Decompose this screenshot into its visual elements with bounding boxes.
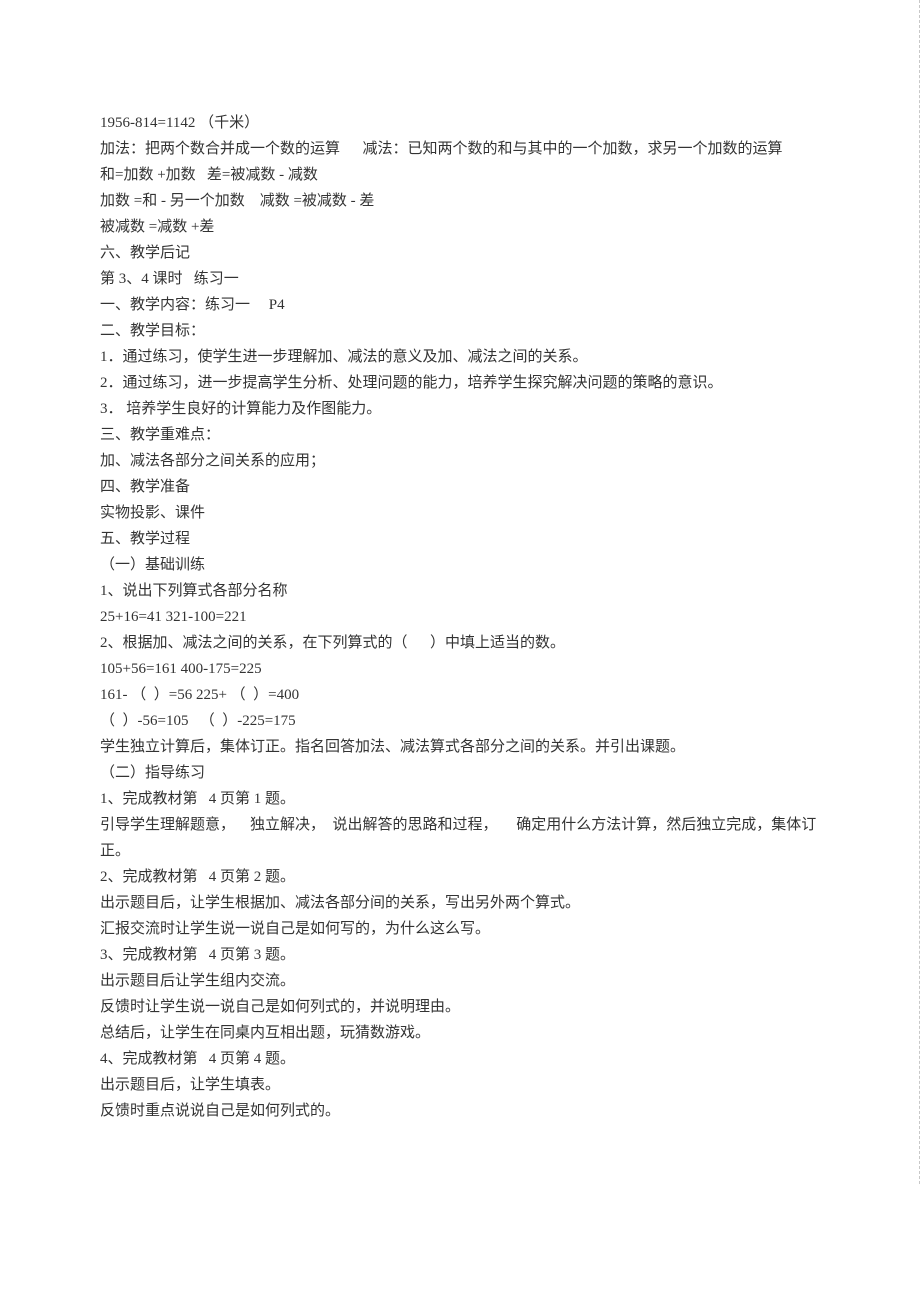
text-line: 1、完成教材第 4 页第 1 题。 <box>100 786 819 812</box>
text-line: 实物投影、课件 <box>100 500 819 526</box>
text-line: 被减数 =减数 +差 <box>100 214 819 240</box>
text-line: 学生独立计算后，集体订正。指名回答加法、减法算式各部分之间的关系。并引出课题。 <box>100 734 819 760</box>
text-line: （ ）-56=105 （ ）-225=175 <box>100 708 819 734</box>
text-line: 引导学生理解题意， 独立解决， 说出解答的思路和过程， 确定用什么方法计算，然后… <box>100 812 819 864</box>
text-line: 出示题目后，让学生填表。 <box>100 1072 819 1098</box>
text-line: 第 3、4 课时 练习一 <box>100 266 819 292</box>
text-line: 一、教学内容：练习一 P4 <box>100 292 819 318</box>
text-line: 三、教学重难点： <box>100 422 819 448</box>
text-line: 2．通过练习，进一步提高学生分析、处理问题的能力，培养学生探究解决问题的策略的意… <box>100 370 819 396</box>
text-line: 总结后，让学生在同桌内互相出题，玩猜数游戏。 <box>100 1020 819 1046</box>
text-line: 3． 培养学生良好的计算能力及作图能力。 <box>100 396 819 422</box>
text-line: 161- （ ）=56 225+ （ ）=400 <box>100 682 819 708</box>
text-line: 1956-814=1142 （千米） <box>100 110 819 136</box>
text-line: 25+16=41 321-100=221 <box>100 604 819 630</box>
text-line: 出示题目后让学生组内交流。 <box>100 968 819 994</box>
text-line: 出示题目后，让学生根据加、减法各部分间的关系，写出另外两个算式。 <box>100 890 819 916</box>
text-line: 加数 =和 - 另一个加数 减数 =被减数 - 差 <box>100 188 819 214</box>
document-page: 1956-814=1142 （千米） 加法：把两个数合并成一个数的运算 减法：已… <box>0 0 920 1184</box>
text-line: 四、教学准备 <box>100 474 819 500</box>
text-line: 反馈时让学生说一说自己是如何列式的，并说明理由。 <box>100 994 819 1020</box>
text-line: 五、教学过程 <box>100 526 819 552</box>
text-line: 加、减法各部分之间关系的应用； <box>100 448 819 474</box>
text-line: 3、完成教材第 4 页第 3 题。 <box>100 942 819 968</box>
text-line: 105+56=161 400-175=225 <box>100 656 819 682</box>
text-line: 2、完成教材第 4 页第 2 题。 <box>100 864 819 890</box>
text-line: 1．通过练习，使学生进一步理解加、减法的意义及加、减法之间的关系。 <box>100 344 819 370</box>
text-line: （一）基础训练 <box>100 552 819 578</box>
text-line: （二）指导练习 <box>100 760 819 786</box>
text-line: 1、说出下列算式各部分名称 <box>100 578 819 604</box>
text-line: 加法：把两个数合并成一个数的运算 减法：已知两个数的和与其中的一个加数，求另一个… <box>100 136 819 162</box>
text-line: 汇报交流时让学生说一说自己是如何写的，为什么这么写。 <box>100 916 819 942</box>
text-line: 4、完成教材第 4 页第 4 题。 <box>100 1046 819 1072</box>
text-line: 二、教学目标： <box>100 318 819 344</box>
text-line: 和=加数 +加数 差=被减数 - 减数 <box>100 162 819 188</box>
text-line: 反馈时重点说说自己是如何列式的。 <box>100 1098 819 1124</box>
text-line: 六、教学后记 <box>100 240 819 266</box>
text-line: 2、根据加、减法之间的关系，在下列算式的（ ）中填上适当的数。 <box>100 630 819 656</box>
